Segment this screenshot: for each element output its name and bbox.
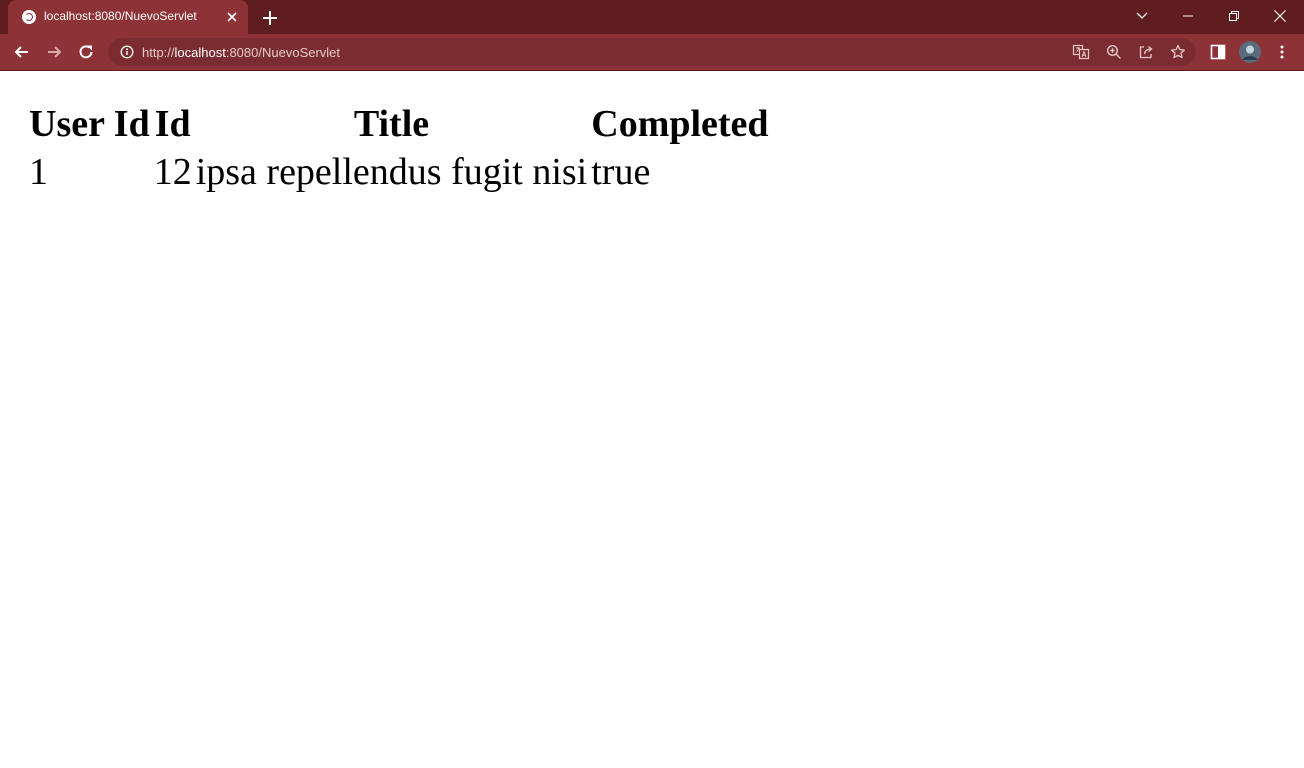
restore-icon <box>1229 11 1239 21</box>
browser-menu-button[interactable] <box>1268 38 1296 66</box>
cell-title: ipsa repellendus fugit nisi <box>195 151 588 193</box>
translate-button[interactable] <box>1071 42 1091 62</box>
page-content: User Id Id Title Completed 1 12 ipsa rep… <box>0 71 1304 768</box>
bookmark-button[interactable] <box>1168 42 1188 62</box>
todos-table: User Id Id Title Completed 1 12 ipsa rep… <box>26 99 772 197</box>
back-button[interactable] <box>8 38 36 66</box>
zoom-icon <box>1106 44 1121 59</box>
new-tab-button[interactable] <box>258 6 282 30</box>
tab-search-button[interactable] <box>1122 2 1162 30</box>
profile-button[interactable] <box>1236 38 1264 66</box>
side-panel-button[interactable] <box>1204 38 1232 66</box>
reload-button[interactable] <box>72 38 100 66</box>
minimize-button[interactable] <box>1168 2 1208 30</box>
header-completed: Completed <box>591 103 769 145</box>
window-close-button[interactable] <box>1260 2 1300 30</box>
table-header-row: User Id Id Title Completed <box>28 101 770 147</box>
translate-icon <box>1072 44 1090 60</box>
info-icon[interactable] <box>120 45 134 59</box>
forward-button[interactable] <box>40 38 68 66</box>
globe-icon <box>22 10 36 24</box>
header-user-id: User Id <box>29 103 150 145</box>
url-path: :8080/NuevoServlet <box>225 45 341 60</box>
side-panel-icon <box>1210 44 1226 60</box>
tab-title: localhost:8080/NuevoServlet <box>44 9 197 23</box>
address-bar[interactable]: http://localhost:8080/NuevoServlet <box>108 38 1196 66</box>
forward-arrow-icon <box>48 46 62 58</box>
cell-id: 12 <box>153 151 192 193</box>
cell-user-id: 1 <box>29 151 48 193</box>
zoom-button[interactable] <box>1104 42 1124 62</box>
kebab-menu-icon <box>1280 45 1284 59</box>
share-button[interactable] <box>1136 42 1156 62</box>
chevron-down-icon <box>1136 12 1148 19</box>
restore-button[interactable] <box>1214 2 1254 30</box>
avatar <box>1239 41 1261 63</box>
back-arrow-icon <box>14 46 28 58</box>
star-icon <box>1170 44 1186 59</box>
title-bar: localhost:8080/NuevoServlet <box>0 0 1304 34</box>
table-row: 1 12 ipsa repellendus fugit nisi true <box>28 149 770 195</box>
browser-tab[interactable]: localhost:8080/NuevoServlet <box>8 0 248 34</box>
minimize-icon <box>1183 15 1193 17</box>
share-icon <box>1139 46 1153 59</box>
browser-toolbar: http://localhost:8080/NuevoServlet <box>0 34 1304 70</box>
plus-icon <box>263 11 277 25</box>
header-id: Id <box>154 103 191 145</box>
tab-close-button[interactable] <box>222 7 242 27</box>
url-scheme: http:// <box>142 45 175 60</box>
reload-icon <box>79 45 93 59</box>
header-title: Title <box>353 103 430 145</box>
url-text: http://localhost:8080/NuevoServlet <box>142 45 340 60</box>
close-icon <box>1274 10 1286 22</box>
cell-completed: true <box>591 151 651 193</box>
close-icon <box>227 12 237 22</box>
url-host: localhost <box>174 45 226 60</box>
